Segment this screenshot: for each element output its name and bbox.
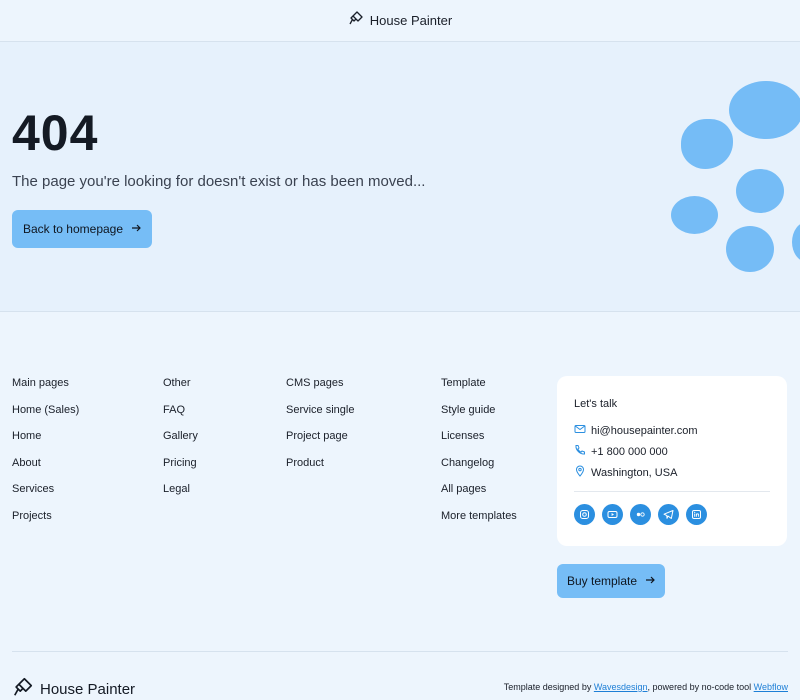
designer-link[interactable]: Wavesdesign	[594, 682, 648, 692]
error-code: 404	[12, 105, 99, 161]
error-hero: 404 The page you're looking for doesn't …	[0, 42, 800, 312]
paint-blob	[726, 226, 774, 272]
footer-link[interactable]: FAQ	[163, 403, 198, 430]
paint-brush-logo-icon	[12, 676, 34, 700]
footer-link[interactable]: Pricing	[163, 456, 198, 483]
footer-link[interactable]: Legal	[163, 482, 198, 509]
instagram-icon[interactable]	[574, 504, 595, 525]
footer-divider	[12, 651, 788, 652]
buy-button-label: Buy template	[566, 574, 638, 588]
footer-column-other: Other FAQ Gallery Pricing Legal	[163, 376, 198, 509]
credits-prefix: Template designed by	[503, 682, 592, 692]
back-button-label: Back to homepage	[22, 222, 124, 236]
footer-column-template: Template Style guide Licenses Changelog …	[441, 376, 517, 535]
contact-location: Washington, USA	[574, 465, 677, 480]
arrow-right-icon	[131, 222, 141, 236]
contact-phone[interactable]: +1 800 000 000	[574, 444, 668, 459]
social-links	[574, 504, 707, 525]
footer-link[interactable]: More templates	[441, 509, 517, 536]
arrow-right-icon	[645, 574, 655, 588]
paint-blob	[681, 119, 733, 169]
footer-link[interactable]: Style guide	[441, 403, 517, 430]
telegram-icon[interactable]	[658, 504, 679, 525]
footer-column-heading: Other	[163, 377, 191, 389]
footer-link[interactable]: About	[12, 456, 79, 483]
paint-blob	[736, 169, 784, 213]
footer-column-heading: Template	[441, 377, 486, 389]
footer-link[interactable]: Gallery	[163, 429, 198, 456]
contact-divider	[574, 491, 770, 492]
youtube-icon[interactable]	[602, 504, 623, 525]
header-brand[interactable]: House Painter	[370, 13, 452, 28]
footer-column-cms-pages: CMS pages Service single Project page Pr…	[286, 376, 354, 482]
footer-link[interactable]: Home	[12, 429, 79, 456]
back-to-homepage-button[interactable]: Back to homepage	[12, 210, 152, 248]
footer-link[interactable]: Changelog	[441, 456, 517, 483]
error-message: The page you're looking for doesn't exis…	[12, 173, 426, 190]
paint-brush-logo-icon[interactable]	[348, 10, 364, 31]
footer-column-main-pages: Main pages Home (Sales) Home About Servi…	[12, 376, 79, 535]
contact-title: Let's talk	[574, 398, 618, 410]
footer-link[interactable]: Project page	[286, 429, 354, 456]
phone-icon	[574, 444, 586, 459]
flickr-icon[interactable]	[630, 504, 651, 525]
contact-email-text: hi@housepainter.com	[591, 424, 698, 437]
footer-link[interactable]: All pages	[441, 482, 517, 509]
site-header: House Painter	[0, 0, 800, 42]
linkedin-icon[interactable]	[686, 504, 707, 525]
footer-link[interactable]: Product	[286, 456, 354, 483]
buy-template-button[interactable]: Buy template	[557, 564, 665, 598]
contact-location-text: Washington, USA	[591, 466, 678, 479]
paint-blob	[729, 81, 800, 139]
footer-brand-text: House Painter	[40, 681, 136, 698]
footer-link[interactable]: Service single	[286, 403, 354, 430]
footer-link[interactable]: Services	[12, 482, 79, 509]
footer-link[interactable]: Home (Sales)	[12, 403, 79, 430]
contact-card: Let's talk hi@housepainter.com +1 800 00…	[557, 376, 787, 546]
mail-icon	[574, 423, 586, 438]
footer-brand[interactable]: House Painter	[12, 676, 135, 700]
footer-column-heading: Main pages	[12, 377, 69, 389]
paint-blob	[671, 196, 718, 234]
footer-credits: Template designed by Wavesdesign, powere…	[504, 682, 788, 692]
paint-blob	[792, 222, 800, 262]
footer-link[interactable]: Licenses	[441, 429, 517, 456]
contact-phone-text: +1 800 000 000	[591, 445, 668, 458]
webflow-link[interactable]: Webflow	[754, 682, 788, 692]
contact-email[interactable]: hi@housepainter.com	[574, 423, 698, 438]
map-pin-icon	[574, 465, 586, 480]
credits-middle: , powered by no-code tool	[647, 682, 752, 692]
footer-link[interactable]: Projects	[12, 509, 79, 536]
footer-column-heading: CMS pages	[286, 377, 344, 389]
